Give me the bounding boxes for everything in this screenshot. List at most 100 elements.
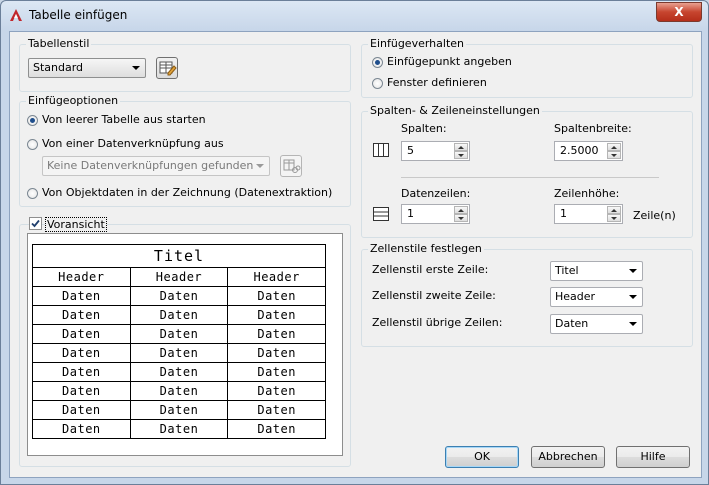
preview-data-cell: Daten bbox=[32, 419, 131, 439]
zellenstil-zweite-label: Zellenstil zweite Zeile: bbox=[372, 289, 496, 302]
zeilenhoehe-value: 1 bbox=[560, 207, 567, 220]
preview-data-row: Daten Daten Daten bbox=[32, 400, 326, 420]
hilfe-button[interactable]: Hilfe bbox=[616, 446, 690, 468]
dialog-window: Tabelle einfügen X Tabellenstil Standard… bbox=[0, 0, 709, 485]
radio-leere-tabelle[interactable] bbox=[27, 115, 38, 126]
spin-down-icon[interactable] bbox=[607, 151, 621, 159]
preview-data-cell: Daten bbox=[129, 343, 229, 363]
zellenstil-uebrige-selected: Daten bbox=[555, 317, 589, 330]
spin-up-icon[interactable] bbox=[607, 206, 621, 214]
preview-data-cell: Daten bbox=[32, 362, 131, 382]
preview-data-cell: Daten bbox=[227, 286, 326, 306]
radio-objektdaten-label: Von Objektdaten in der Zeichnung (Datene… bbox=[42, 186, 333, 199]
preview-data-row: Daten Daten Daten bbox=[32, 419, 326, 439]
radio-fenster-label: Fenster definieren bbox=[387, 76, 487, 89]
datenzeilen-value: 1 bbox=[407, 207, 414, 220]
preview-data-cell: Daten bbox=[32, 381, 131, 401]
einfuegeverhalten-group: Einfügeverhalten bbox=[361, 37, 693, 98]
zellenstile-group-label: Zellenstile festlegen bbox=[368, 242, 484, 255]
zellenstil-erste-label: Zellenstil erste Zeile: bbox=[372, 263, 489, 276]
spin-down-icon[interactable] bbox=[454, 151, 468, 159]
datenzeilen-spinner[interactable]: 1 bbox=[401, 204, 470, 224]
preview-data-row: Daten Daten Daten bbox=[32, 286, 326, 306]
title-bar[interactable]: Tabelle einfügen X bbox=[1, 1, 708, 31]
preview-data-cell: Daten bbox=[32, 286, 131, 306]
chevron-down-icon bbox=[629, 322, 637, 326]
zellenstil-erste-dropdown[interactable]: Titel bbox=[550, 261, 643, 281]
preview-data-row: Daten Daten Daten bbox=[32, 362, 326, 382]
preview-data-cell: Daten bbox=[227, 381, 326, 401]
preview-data-cell: Daten bbox=[129, 324, 229, 344]
datenzeilen-label: Datenzeilen: bbox=[401, 187, 471, 200]
radio-einfuegepunkt[interactable] bbox=[372, 57, 383, 68]
radio-datenverknuepfung[interactable] bbox=[27, 139, 38, 150]
preview-data-cell: Daten bbox=[227, 362, 326, 382]
window-title: Tabelle einfügen bbox=[29, 8, 128, 22]
chevron-down-icon bbox=[629, 269, 637, 273]
preview-data-cell: Daten bbox=[227, 400, 326, 420]
voransicht-label: Voransicht bbox=[45, 217, 107, 232]
preview-data-cell: Daten bbox=[32, 324, 131, 344]
preview-data-cell: Daten bbox=[32, 305, 131, 325]
preview-title-cell: Titel bbox=[32, 244, 326, 268]
spalten-label: Spalten: bbox=[401, 122, 447, 135]
chevron-down-icon bbox=[629, 295, 637, 299]
einfuegeverhalten-group-label: Einfügeverhalten bbox=[368, 37, 466, 50]
preview-data-cell: Daten bbox=[32, 343, 131, 363]
preview-data-cell: Daten bbox=[129, 419, 229, 439]
rows-icon bbox=[373, 207, 389, 221]
preview-data-row: Daten Daten Daten bbox=[32, 343, 326, 363]
data-link-icon bbox=[283, 159, 301, 173]
datenverknuepfung-selected: Keine Datenverknüpfungen gefunden bbox=[47, 159, 254, 172]
tabellenstil-dropdown[interactable]: Standard bbox=[28, 58, 146, 78]
preview-header-cell: Header bbox=[129, 267, 229, 287]
preview-header-cell: Header bbox=[227, 267, 326, 287]
preview-header-cell: Header bbox=[32, 267, 131, 287]
preview-data-cell: Daten bbox=[129, 381, 229, 401]
close-button[interactable]: X bbox=[656, 2, 702, 22]
preview-data-row: Daten Daten Daten bbox=[32, 381, 326, 401]
spalten-spinner[interactable]: 5 bbox=[401, 141, 470, 161]
zeilenhoehe-label: Zeilenhöhe: bbox=[554, 187, 620, 200]
columns-icon bbox=[373, 143, 389, 157]
datenverknuepfung-dropdown[interactable]: Keine Datenverknüpfungen gefunden bbox=[42, 156, 270, 176]
radio-leere-tabelle-label: Von leerer Tabelle aus starten bbox=[42, 113, 206, 126]
spin-down-icon[interactable] bbox=[454, 214, 468, 222]
zellenstil-zweite-dropdown[interactable]: Header bbox=[550, 287, 643, 307]
settings-divider bbox=[401, 177, 659, 178]
tabellenstil-edit-button[interactable] bbox=[156, 57, 178, 79]
datenverknuepfung-manager-button[interactable] bbox=[280, 155, 302, 177]
abbrechen-button[interactable]: Abbrechen bbox=[531, 446, 605, 468]
tabellenstil-selected: Standard bbox=[33, 61, 84, 74]
preview-data-cell: Daten bbox=[129, 305, 229, 325]
spin-up-icon[interactable] bbox=[454, 206, 468, 214]
preview-data-cell: Daten bbox=[32, 400, 131, 420]
zellenstil-erste-selected: Titel bbox=[555, 264, 579, 277]
spin-down-icon[interactable] bbox=[607, 214, 621, 222]
ok-button[interactable]: OK bbox=[445, 446, 519, 468]
radio-einfuegepunkt-label: Einfügepunkt angeben bbox=[387, 55, 512, 68]
autocad-logo-icon bbox=[10, 9, 22, 21]
preview-data-cell: Daten bbox=[129, 286, 229, 306]
preview-data-cell: Daten bbox=[227, 343, 326, 363]
preview-data-row: Daten Daten Daten bbox=[32, 305, 326, 325]
radio-fenster[interactable] bbox=[372, 78, 383, 89]
radio-objektdaten[interactable] bbox=[27, 188, 38, 199]
spaltenbreite-label: Spaltenbreite: bbox=[554, 122, 632, 135]
zellenstil-uebrige-dropdown[interactable]: Daten bbox=[550, 314, 643, 334]
tabellenstil-group-label: Tabellenstil bbox=[26, 37, 92, 50]
preview-table: Titel Header Header Header Daten Daten Dat… bbox=[32, 244, 326, 439]
spaltenbreite-spinner[interactable]: 2.5000 bbox=[554, 141, 623, 161]
table-style-edit-icon bbox=[159, 61, 177, 76]
preview-data-cell: Daten bbox=[227, 305, 326, 325]
chevron-down-icon bbox=[256, 164, 264, 168]
voransicht-checkbox[interactable] bbox=[29, 217, 42, 230]
zeilenhoehe-spinner[interactable]: 1 bbox=[554, 204, 623, 224]
spin-up-icon[interactable] bbox=[607, 143, 621, 151]
spalten-value: 5 bbox=[407, 144, 414, 157]
spin-up-icon[interactable] bbox=[454, 143, 468, 151]
preview-data-cell: Daten bbox=[227, 419, 326, 439]
preview-data-cell: Daten bbox=[129, 400, 229, 420]
radio-datenverknuepfung-label: Von einer Datenverknüpfung aus bbox=[42, 137, 224, 150]
dialog-client-area: Tabellenstil Standard Einfügeoptionen Vo… bbox=[9, 31, 702, 478]
